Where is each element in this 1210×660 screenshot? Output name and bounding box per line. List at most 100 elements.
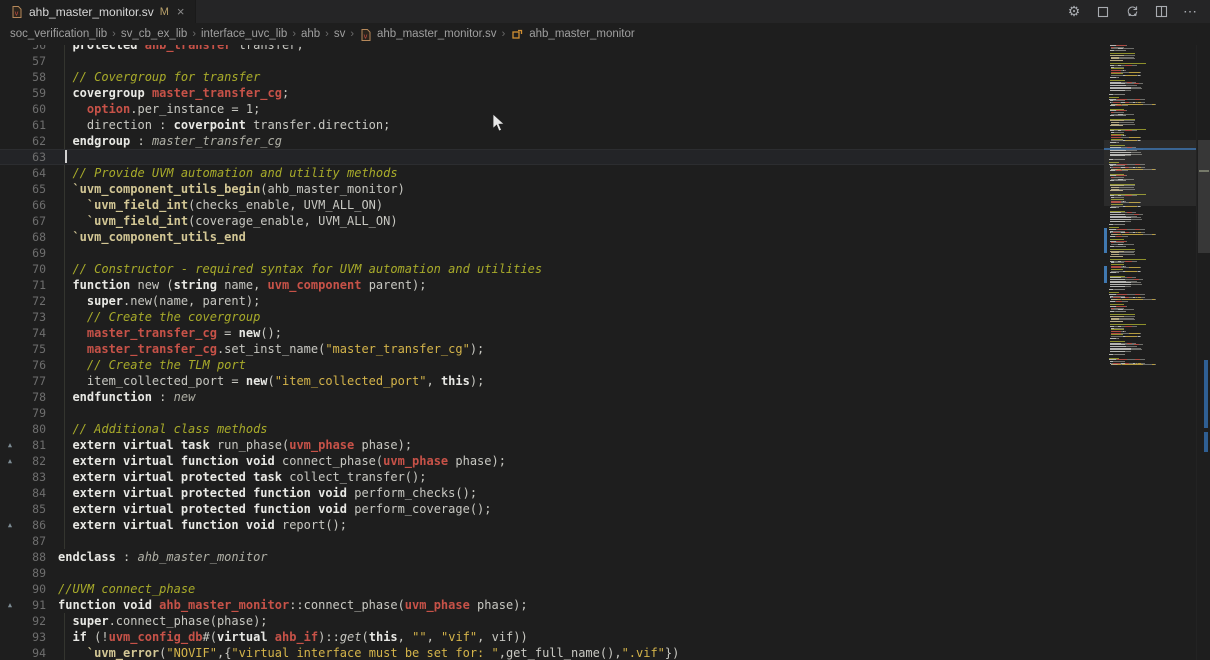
line-number[interactable]: 82 [20, 453, 46, 469]
line-number[interactable]: 84 [20, 485, 46, 501]
code-line[interactable]: 76 // Create the TLM port [0, 357, 1104, 373]
line-number[interactable]: 80 [20, 421, 46, 437]
scrollbar-thumb[interactable] [1198, 140, 1210, 253]
line-number[interactable]: 91 [20, 597, 46, 613]
breadcrumb-segment[interactable]: ahb [301, 28, 320, 40]
code-line[interactable]: 60 option.per_instance = 1; [0, 101, 1104, 117]
code-line[interactable]: 77 item_collected_port = new("item_colle… [0, 373, 1104, 389]
line-number[interactable]: 63 [20, 149, 46, 165]
line-number[interactable]: 81 [20, 437, 46, 453]
line-number[interactable]: 85 [20, 501, 46, 517]
code-line[interactable]: 84 extern virtual protected function voi… [0, 485, 1104, 501]
code-line[interactable]: 66 `uvm_field_int(checks_enable, UVM_ALL… [0, 197, 1104, 213]
more-actions-icon[interactable]: ⋯ [1182, 4, 1198, 20]
line-number[interactable]: 58 [20, 69, 46, 85]
line-number[interactable]: 77 [20, 373, 46, 389]
line-number[interactable]: 57 [20, 53, 46, 69]
definition-arrow-icon[interactable]: ▲ [0, 437, 20, 453]
code-line[interactable]: 88endclass : ahb_master_monitor [0, 549, 1104, 565]
glyph-margin [0, 645, 20, 660]
minimap-current-line-marker [1104, 148, 1196, 150]
line-number[interactable]: 60 [20, 101, 46, 117]
code-line[interactable]: 87 [0, 533, 1104, 549]
line-number[interactable]: 68 [20, 229, 46, 245]
code-line[interactable]: 93 if (!uvm_config_db#(virtual ahb_if)::… [0, 629, 1104, 645]
code-line[interactable]: ▲86 extern virtual function void report(… [0, 517, 1104, 533]
code-line[interactable]: ▲82 extern virtual function void connect… [0, 453, 1104, 469]
line-number[interactable]: 74 [20, 325, 46, 341]
code-line[interactable]: 65 `uvm_component_utils_begin(ahb_master… [0, 181, 1104, 197]
line-number[interactable]: 83 [20, 469, 46, 485]
code-line[interactable]: 92 super.connect_phase(phase); [0, 613, 1104, 629]
code-line[interactable]: 63 [0, 149, 1104, 165]
code-line[interactable]: 72 super.new(name, parent); [0, 293, 1104, 309]
code-line[interactable]: 62 endgroup : master_transfer_cg [0, 133, 1104, 149]
vertical-scrollbar[interactable] [1196, 0, 1210, 660]
code-line[interactable]: 57 [0, 53, 1104, 69]
open-changes-icon[interactable] [1095, 4, 1111, 20]
code-line[interactable]: 75 master_transfer_cg.set_inst_name("mas… [0, 341, 1104, 357]
line-number[interactable]: 66 [20, 197, 46, 213]
line-number[interactable]: 67 [20, 213, 46, 229]
line-number[interactable]: 61 [20, 117, 46, 133]
code-line[interactable]: 73 // Create the covergroup [0, 309, 1104, 325]
code-line[interactable]: 79 [0, 405, 1104, 421]
code-line[interactable]: 68 `uvm_component_utils_end [0, 229, 1104, 245]
code-line[interactable]: 61 direction : coverpoint transfer.direc… [0, 117, 1104, 133]
line-number[interactable]: 90 [20, 581, 46, 597]
breadcrumb-segment[interactable]: interface_uvc_lib [201, 28, 287, 40]
code-line[interactable]: 94 `uvm_error("NOVIF",{"virtual interfac… [0, 645, 1104, 660]
line-number[interactable]: 73 [20, 309, 46, 325]
line-number[interactable]: 79 [20, 405, 46, 421]
code-line[interactable]: ▲81 extern virtual task run_phase(uvm_ph… [0, 437, 1104, 453]
code-line[interactable]: 69 [0, 245, 1104, 261]
code-line[interactable]: 90//UVM connect_phase [0, 581, 1104, 597]
line-number[interactable]: 88 [20, 549, 46, 565]
definition-arrow-icon[interactable]: ▲ [0, 517, 20, 533]
breadcrumb-segment[interactable]: sv [334, 28, 346, 40]
line-number[interactable]: 93 [20, 629, 46, 645]
tab-ahb-master-monitor[interactable]: v ahb_master_monitor.sv M × [0, 0, 196, 23]
close-icon[interactable]: × [177, 4, 185, 19]
line-number[interactable]: 69 [20, 245, 46, 261]
line-number[interactable]: 62 [20, 133, 46, 149]
line-number[interactable]: 78 [20, 389, 46, 405]
split-editor-icon[interactable] [1153, 4, 1169, 20]
breadcrumb-file[interactable]: ahb_master_monitor.sv [377, 28, 497, 40]
code-line[interactable]: 58 // Covergroup for transfer [0, 69, 1104, 85]
definition-arrow-icon[interactable]: ▲ [0, 453, 20, 469]
settings-gear-icon[interactable]: ⚙ [1066, 4, 1082, 20]
code-line[interactable]: 64 // Provide UVM automation and utility… [0, 165, 1104, 181]
code-line[interactable]: 78 endfunction : new [0, 389, 1104, 405]
code-line[interactable]: 71 function new (string name, uvm_compon… [0, 277, 1104, 293]
minimap[interactable] [1104, 0, 1196, 660]
line-number[interactable]: 65 [20, 181, 46, 197]
breadcrumb-segment[interactable]: soc_verification_lib [10, 28, 107, 40]
line-number[interactable]: 92 [20, 613, 46, 629]
line-number[interactable]: 59 [20, 85, 46, 101]
line-number[interactable]: 72 [20, 293, 46, 309]
code-line[interactable]: 74 master_transfer_cg = new(); [0, 325, 1104, 341]
code-line[interactable]: 85 extern virtual protected function voi… [0, 501, 1104, 517]
code-line[interactable]: ▲91function void ahb_master_monitor::con… [0, 597, 1104, 613]
breadcrumb-symbol[interactable]: ahb_master_monitor [529, 28, 634, 40]
code-line[interactable]: 80 // Additional class methods [0, 421, 1104, 437]
definition-arrow-icon[interactable]: ▲ [0, 597, 20, 613]
code-line[interactable]: 70 // Constructor - required syntax for … [0, 261, 1104, 277]
toggle-dirty-diff-icon[interactable] [1124, 4, 1140, 20]
line-number[interactable]: 87 [20, 533, 46, 549]
code-line[interactable]: 59 covergroup master_transfer_cg; [0, 85, 1104, 101]
code-line[interactable]: 89 [0, 565, 1104, 581]
line-number[interactable]: 70 [20, 261, 46, 277]
line-number[interactable]: 71 [20, 277, 46, 293]
line-number[interactable]: 76 [20, 357, 46, 373]
line-number[interactable]: 75 [20, 341, 46, 357]
code-line[interactable]: 67 `uvm_field_int(coverage_enable, UVM_A… [0, 213, 1104, 229]
code-line[interactable]: 83 extern virtual protected task collect… [0, 469, 1104, 485]
line-number[interactable]: 94 [20, 645, 46, 660]
breadcrumb-segment[interactable]: sv_cb_ex_lib [121, 28, 187, 40]
code-editor[interactable]: 56 protected ahb_transfer transfer;5758 … [0, 0, 1104, 660]
line-number[interactable]: 86 [20, 517, 46, 533]
line-number[interactable]: 64 [20, 165, 46, 181]
line-number[interactable]: 89 [20, 565, 46, 581]
